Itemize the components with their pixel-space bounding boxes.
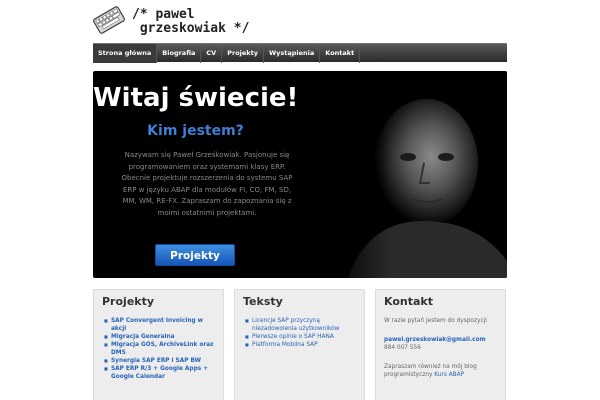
nav-item-projects[interactable]: Projekty: [222, 43, 264, 63]
nav-item-contact[interactable]: Kontakt: [320, 43, 361, 63]
nav-item-home[interactable]: Strona główna: [93, 43, 158, 63]
hero-intro-text: Nazywam się Paweł Grześkowiak. Pasjonuje…: [121, 151, 293, 217]
projects-button[interactable]: Projekty: [155, 244, 235, 266]
blog-link[interactable]: Kurs ABAP: [434, 372, 464, 378]
contact-blog-text: Zapraszam również na mój blog programist…: [384, 363, 502, 379]
site-header: /* pawel grzeskowiak */: [92, 4, 512, 42]
contact-phone: 884 007 556: [384, 345, 421, 351]
projects-list: SAP Convergent Invoicing w akcji Migracj…: [104, 317, 220, 381]
hero-banner: Witaj świecie! Kim jestem? Nazywam się P…: [93, 71, 507, 278]
contact-box-title: Kontakt: [384, 295, 433, 308]
texts-box: Teksty Licencje SAP przyczyną niezadowol…: [234, 289, 365, 400]
project-link[interactable]: SAP ERP R/3 + Google Apps + Google Calen…: [104, 365, 220, 381]
nav-item-cv[interactable]: CV: [201, 43, 223, 63]
nav-item-biography[interactable]: Biografia: [157, 43, 202, 63]
texts-list: Licencje SAP przyczyną niezadowolenia uż…: [245, 317, 361, 349]
contact-box: Kontakt W razie pytań jestem do dyspozyc…: [375, 289, 506, 400]
contact-email-link[interactable]: pawel.grzeskowiak@gmail.com: [384, 336, 502, 344]
project-link[interactable]: SAP Convergent Invoicing w akcji: [104, 317, 220, 333]
portrait-photo: [328, 71, 507, 278]
hero-subtitle: Kim jestem?: [147, 123, 244, 139]
projects-box-title: Projekty: [102, 295, 155, 308]
main-nav: Strona główna Biografia CV Projekty Wyst…: [93, 43, 507, 63]
texts-box-title: Teksty: [243, 295, 283, 308]
project-link[interactable]: Synergia SAP ERP i SAP BW: [104, 357, 220, 365]
hero-title: Witaj świecie!: [93, 83, 299, 113]
article-link[interactable]: Pierwsze opinie o SAP HANA: [245, 333, 361, 341]
contact-intro: W razie pytań jestem do dyspozycji: [384, 318, 487, 324]
site-title[interactable]: /* pawel grzeskowiak */: [132, 8, 249, 36]
nav-item-talks[interactable]: Wystąpienia: [264, 43, 321, 63]
project-link[interactable]: Migracja Generalna: [104, 333, 220, 341]
project-link[interactable]: Migracja GOS, ArchiveLink oraz DMS: [104, 341, 220, 357]
article-link[interactable]: Licencje SAP przyczyną niezadowolenia uż…: [245, 317, 361, 333]
article-link[interactable]: Platforma Mobilna SAP: [245, 341, 361, 349]
keyboard-icon[interactable]: [92, 4, 126, 36]
projects-box: Projekty SAP Convergent Invoicing w akcj…: [93, 289, 224, 400]
